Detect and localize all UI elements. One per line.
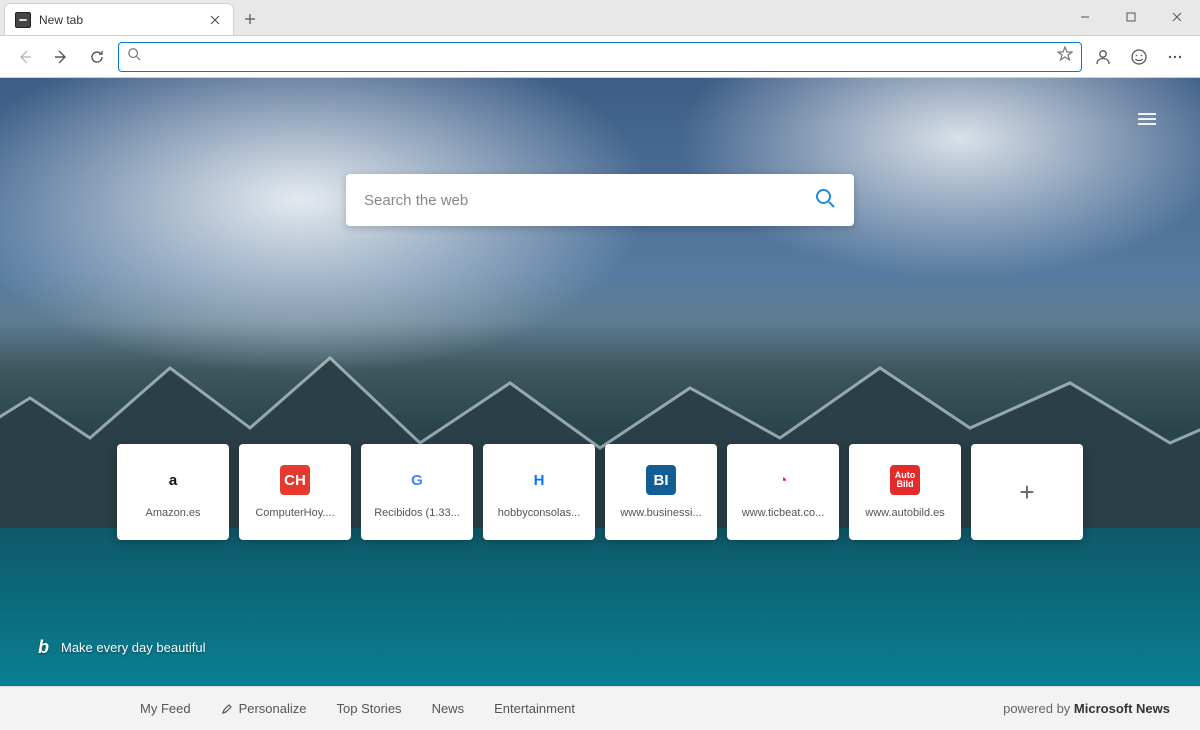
tile-label: Amazon.es (141, 507, 204, 519)
nav-back-button (10, 42, 40, 72)
address-bar[interactable] (118, 42, 1082, 72)
page-settings-button[interactable] (1130, 102, 1164, 136)
tile-label: www.autobild.es (861, 507, 949, 519)
quick-link-tile[interactable]: BI www.businessi... (605, 444, 717, 540)
tab-strip: New tab (0, 0, 266, 35)
smiley-icon (1130, 48, 1148, 66)
close-icon (1172, 12, 1182, 22)
amazon-icon: a (158, 465, 188, 495)
favorite-button[interactable] (1057, 46, 1073, 67)
bing-tagline: b Make every day beautiful (38, 637, 206, 658)
quick-link-tile[interactable]: Auto Bild www.autobild.es (849, 444, 961, 540)
window-close-button[interactable] (1154, 0, 1200, 35)
footer-link[interactable]: Top Stories (337, 701, 402, 716)
tile-label: Recibidos (1.33... (370, 507, 464, 519)
address-input[interactable] (149, 49, 1049, 64)
powered-brand: Microsoft News (1074, 701, 1170, 716)
footer-link[interactable]: News (432, 701, 465, 716)
new-tab-button[interactable] (234, 3, 266, 35)
autobild-icon: Auto Bild (890, 465, 920, 495)
hero-search-submit[interactable] (814, 187, 836, 214)
quick-links: a Amazon.es CH ComputerHoy.... G Recibidos (1… (117, 444, 1083, 540)
window-maximize-button[interactable] (1108, 0, 1154, 35)
newtab-page: a Amazon.es CH ComputerHoy.... G Recibidos (1… (0, 78, 1200, 686)
nav-refresh-button[interactable] (82, 42, 112, 72)
tab-close-button[interactable] (207, 12, 223, 28)
google-icon: G (402, 465, 432, 495)
computerhoy-icon: CH (280, 465, 310, 495)
tab-title: New tab (39, 13, 199, 27)
footer-brand: powered by Microsoft News (1003, 701, 1170, 716)
quick-link-tile[interactable]: CH ComputerHoy.... (239, 444, 351, 540)
tile-label: ComputerHoy.... (251, 507, 338, 519)
arrow-left-icon (17, 49, 33, 65)
quick-link-tile[interactable]: G Recibidos (1.33... (361, 444, 473, 540)
plus-icon (244, 13, 256, 25)
toolbar (0, 36, 1200, 78)
refresh-icon (89, 49, 105, 65)
browser-tab[interactable]: New tab (4, 3, 234, 35)
search-icon (127, 47, 141, 66)
feedback-button[interactable] (1124, 42, 1154, 72)
tile-label: www.ticbeat.co... (738, 507, 829, 519)
hamburger-icon (1137, 112, 1157, 126)
tagline-text: Make every day beautiful (61, 640, 206, 655)
tab-favicon (15, 12, 31, 28)
window-minimize-button[interactable] (1062, 0, 1108, 35)
quick-link-tile[interactable]: ◔ www.ticbeat.co... (727, 444, 839, 540)
nav-forward-button[interactable] (46, 42, 76, 72)
add-tile-button[interactable]: + (971, 444, 1083, 540)
ticbeat-icon: ◔ (768, 465, 798, 495)
minimize-icon (1080, 12, 1090, 22)
settings-menu-button[interactable] (1160, 42, 1190, 72)
bing-logo-icon: b (38, 637, 49, 658)
hero-search[interactable] (346, 174, 854, 226)
businessinsider-icon: BI (646, 465, 676, 495)
quick-link-tile[interactable]: a Amazon.es (117, 444, 229, 540)
tile-label: hobbyconsolas... (494, 507, 585, 519)
news-footer: My Feed Personalize Top Stories News Enterta… (0, 686, 1200, 730)
powered-prefix: powered by (1003, 701, 1074, 716)
close-icon (210, 15, 220, 25)
quick-link-tile[interactable]: Hhobbyconsolas... (483, 444, 595, 540)
ellipsis-icon (1166, 48, 1184, 66)
tile-label: www.businessi... (616, 507, 705, 519)
person-icon (1094, 48, 1112, 66)
titlebar: New tab (0, 0, 1200, 36)
maximize-icon (1126, 12, 1136, 22)
star-icon (1057, 46, 1073, 62)
footer-link[interactable]: Entertainment (494, 701, 575, 716)
footer-link[interactable]: My Feed (140, 701, 191, 716)
hobbyconsolas-icon: H (524, 465, 554, 495)
footer-nav: My Feed Personalize Top Stories News Enterta… (140, 701, 575, 716)
arrow-right-icon (53, 49, 69, 65)
footer-link[interactable]: Personalize (221, 701, 307, 716)
plus-icon: + (1019, 477, 1034, 508)
hero-search-input[interactable] (364, 192, 814, 209)
profile-button[interactable] (1088, 42, 1118, 72)
search-icon (814, 187, 836, 209)
pencil-icon (221, 703, 233, 715)
window-controls (1062, 0, 1200, 35)
